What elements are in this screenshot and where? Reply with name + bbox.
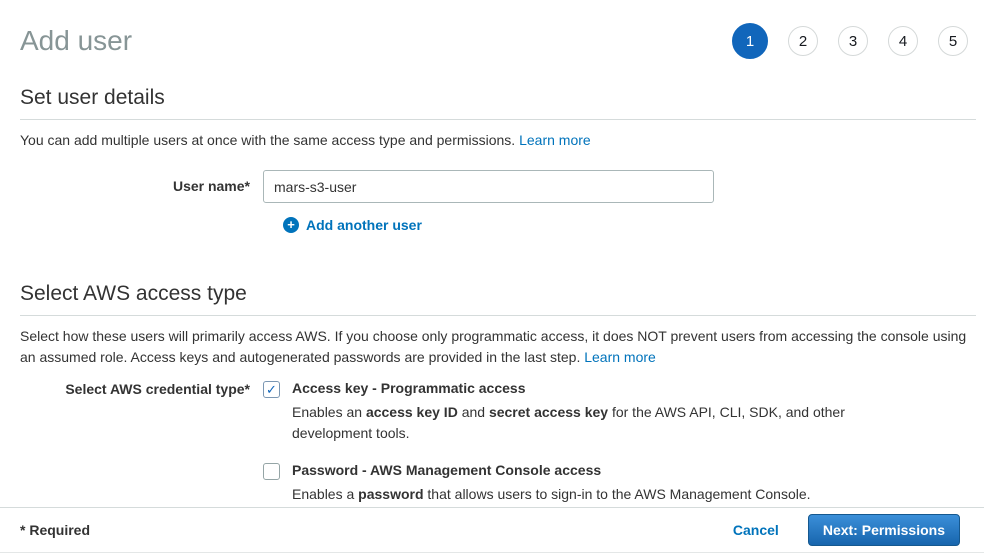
cancel-button[interactable]: Cancel [733, 522, 779, 538]
password-option: Password - AWS Management Console access… [263, 462, 848, 505]
user-details-intro-text: You can add multiple users at once with … [20, 132, 515, 148]
step-2: 2 [788, 26, 818, 56]
set-user-details-section: Set user details You can add multiple us… [20, 86, 976, 233]
desc-text-bold: password [358, 486, 423, 502]
add-another-user-button[interactable]: + Add another user [283, 217, 976, 233]
next-permissions-button[interactable]: Next: Permissions [808, 514, 960, 546]
desc-text: that allows users to sign-in to the AWS … [424, 486, 811, 502]
credential-type-row: Select AWS credential type* Access key -… [20, 380, 976, 505]
wizard-step-indicator: 1 2 3 4 5 [732, 23, 968, 59]
learn-more-link-access-type[interactable]: Learn more [584, 349, 656, 365]
page-title: Add user [20, 25, 132, 57]
step-4: 4 [888, 26, 918, 56]
access-key-option-title: Access key - Programmatic access [292, 380, 848, 397]
password-option-body: Password - AWS Management Console access… [292, 462, 811, 505]
step-1-active: 1 [732, 23, 768, 59]
wizard-footer: * Required Cancel Next: Permissions [0, 507, 984, 553]
step-5: 5 [938, 26, 968, 56]
username-label: User name* [20, 170, 250, 203]
username-row: User name* [20, 170, 976, 203]
learn-more-link-user-details[interactable]: Learn more [519, 132, 591, 148]
access-key-option: Access key - Programmatic access Enables… [263, 380, 848, 444]
step-3: 3 [838, 26, 868, 56]
credential-type-label: Select AWS credential type* [20, 380, 250, 505]
required-note: * Required [20, 522, 90, 538]
username-input[interactable] [263, 170, 714, 203]
main-content: Set user details You can add multiple us… [0, 86, 984, 505]
password-option-desc: Enables a password that allows users to … [292, 484, 811, 505]
access-type-intro: Select how these users will primarily ac… [20, 326, 976, 368]
plus-circle-icon: + [283, 217, 299, 233]
select-access-type-section: Select AWS access type Select how these … [20, 282, 976, 505]
page-header: Add user 1 2 3 4 5 [0, 0, 984, 68]
set-user-details-heading: Set user details [20, 86, 976, 120]
user-details-intro: You can add multiple users at once with … [20, 130, 976, 151]
desc-text-bold: access key ID [366, 404, 458, 420]
access-key-option-desc: Enables an access key ID and secret acce… [292, 402, 848, 444]
access-key-checkbox[interactable] [263, 381, 280, 398]
desc-text: and [458, 404, 489, 420]
desc-text: Enables an [292, 404, 366, 420]
desc-text: Enables a [292, 486, 358, 502]
select-access-type-heading: Select AWS access type [20, 282, 976, 316]
access-key-option-body: Access key - Programmatic access Enables… [292, 380, 848, 444]
password-option-title: Password - AWS Management Console access [292, 462, 811, 479]
username-field-wrap [263, 170, 714, 203]
password-checkbox[interactable] [263, 463, 280, 480]
add-another-user-label: Add another user [306, 217, 422, 233]
desc-text-bold: secret access key [489, 404, 608, 420]
credential-options: Access key - Programmatic access Enables… [263, 380, 848, 505]
access-type-intro-text: Select how these users will primarily ac… [20, 328, 966, 365]
